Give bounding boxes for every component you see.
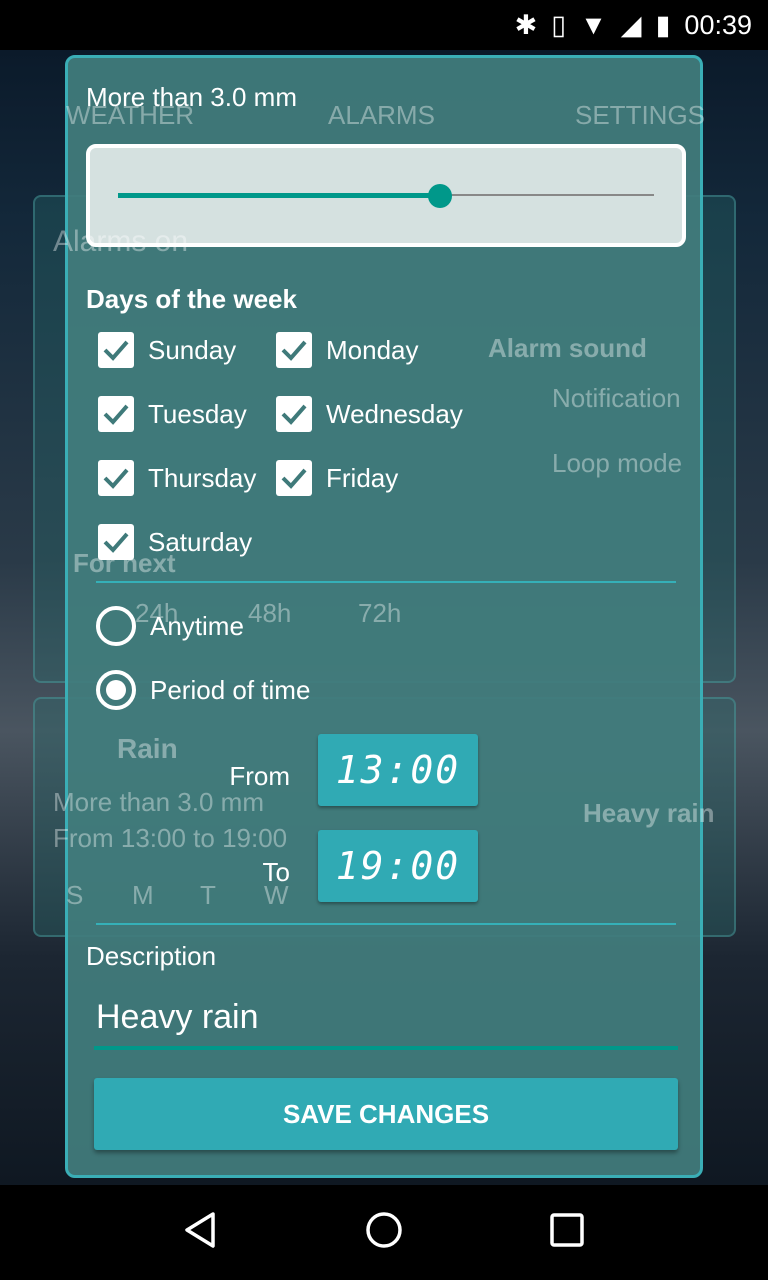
divider [96, 923, 676, 925]
check-icon [98, 524, 134, 560]
slider-fill [118, 193, 440, 198]
home-icon[interactable] [364, 1210, 404, 1255]
threshold-slider-container [86, 144, 686, 247]
checkbox-saturday[interactable]: Saturday [98, 524, 252, 560]
checkbox-label: Monday [326, 334, 419, 365]
to-label: To [262, 857, 290, 887]
battery-icon: ▮ [655, 9, 671, 40]
checkbox-sunday[interactable]: Sunday [98, 332, 236, 368]
radio-label: Anytime [150, 610, 244, 641]
check-icon [98, 396, 134, 432]
radio-anytime[interactable]: Anytime [96, 606, 244, 646]
description-label: Description [86, 941, 217, 971]
days-title: Days of the week [86, 284, 297, 314]
back-icon[interactable] [181, 1210, 221, 1255]
check-icon [276, 332, 312, 368]
bluetooth-icon: ✱ [514, 9, 538, 40]
checkbox-label: Wednesday [326, 398, 463, 429]
slider-thumb[interactable] [427, 184, 452, 208]
check-icon [276, 396, 312, 432]
wifi-icon: ▼ [580, 9, 607, 40]
from-label: From [229, 761, 290, 791]
status-time: 00:39 [684, 9, 752, 40]
description-input[interactable]: Heavy rain [94, 998, 678, 1050]
signal-icon: ◢ [620, 9, 642, 40]
vibrate-icon: ▯ [551, 9, 567, 40]
status-bar: ✱ ▯ ▼ ◢ ▮ 00:39 [0, 0, 768, 50]
checkbox-label: Saturday [148, 526, 253, 557]
checkbox-tuesday[interactable]: Tuesday [98, 396, 247, 432]
checkbox-monday[interactable]: Monday [276, 332, 419, 368]
check-icon [98, 460, 134, 496]
check-icon [98, 332, 134, 368]
checkbox-label: Thursday [148, 462, 257, 493]
radio-checked-icon [96, 670, 136, 710]
checkbox-thursday[interactable]: Thursday [98, 460, 256, 496]
radio-period-of-time[interactable]: Period of time [96, 670, 310, 710]
to-time-button[interactable]: 19:00 [318, 830, 478, 902]
radio-unchecked-icon [96, 606, 136, 646]
checkbox-label: Sunday [148, 334, 237, 365]
recents-icon[interactable] [547, 1210, 587, 1255]
checkbox-label: Friday [326, 462, 399, 493]
edit-alarm-dialog: More than 3.0 mm Days of the week Sunday… [65, 55, 703, 1178]
navigation-bar [0, 1185, 768, 1280]
from-time-button[interactable]: 13:00 [318, 734, 478, 806]
check-icon [276, 460, 312, 496]
checkbox-label: Tuesday [148, 398, 247, 429]
threshold-label: More than 3.0 mm [86, 82, 297, 112]
divider [96, 581, 676, 583]
radio-label: Period of time [150, 674, 311, 705]
checkbox-friday[interactable]: Friday [276, 460, 398, 496]
save-changes-button[interactable]: SAVE CHANGES [94, 1078, 678, 1150]
checkbox-wednesday[interactable]: Wednesday [276, 396, 463, 432]
